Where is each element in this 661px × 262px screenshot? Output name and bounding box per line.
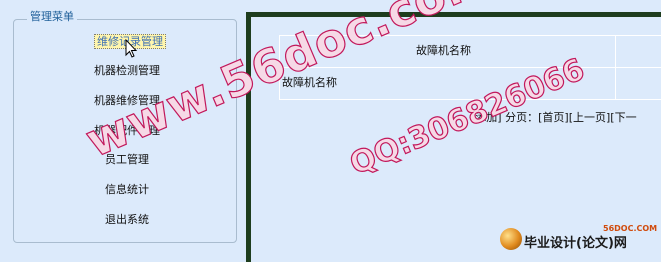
prev-page-link[interactable]: [上一页] [569, 111, 611, 124]
menu-item-statistics[interactable]: 信息统计 [105, 183, 149, 196]
next-page-link[interactable]: [下一 [610, 111, 636, 124]
table-header-cell: 故障机名称 [416, 44, 471, 57]
menu-title: 管理菜单 [27, 10, 77, 24]
logo-text: 毕业设计(论文)网 [524, 236, 627, 251]
menu-item-logout[interactable]: 退出系统 [105, 213, 149, 226]
first-page-link[interactable]: [首页] [538, 111, 569, 124]
table-border-middle [279, 67, 661, 68]
mouse-cursor-icon [125, 39, 138, 58]
logo-ball-icon [500, 228, 522, 250]
menu-item-machine-inspection[interactable]: 机器检测管理 [94, 64, 160, 77]
table-column-divider [615, 35, 616, 99]
